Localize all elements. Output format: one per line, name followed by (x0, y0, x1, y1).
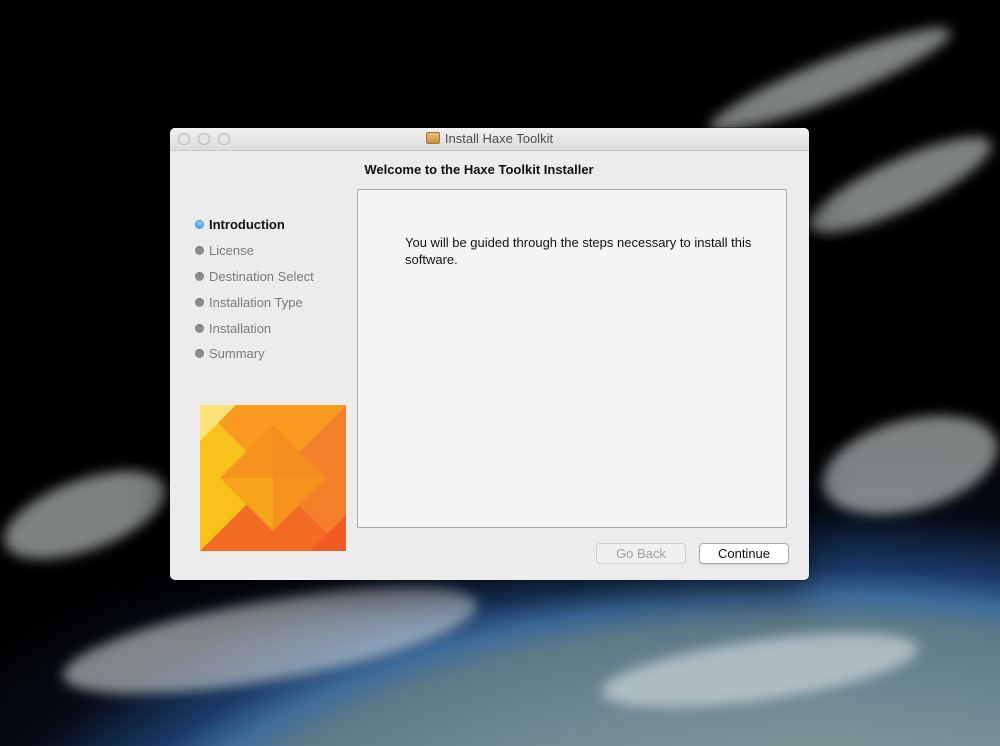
content-panel: You will be guided through the steps nec… (357, 189, 787, 528)
go-back-button[interactable]: Go Back (596, 543, 686, 564)
step-active-dot-icon (195, 220, 204, 230)
step-label: License (209, 243, 254, 259)
step-label: Destination Select (209, 268, 314, 284)
intro-text: You will be guided through the steps nec… (405, 235, 752, 267)
step-label: Introduction (209, 217, 285, 233)
step-dot-icon (195, 349, 204, 359)
step-license: License (195, 238, 314, 264)
step-label: Installation Type (209, 294, 303, 310)
continue-button[interactable]: Continue (699, 543, 789, 564)
installer-window: Install Haxe Toolkit Welcome to the Haxe… (170, 128, 809, 580)
step-summary: Summary (195, 341, 314, 367)
title-bar[interactable]: Install Haxe Toolkit (170, 128, 809, 151)
step-dot-icon (195, 297, 204, 307)
step-destination-select: Destination Select (195, 264, 314, 290)
window-title-text: Install Haxe Toolkit (444, 131, 554, 146)
haxe-logo (200, 405, 346, 551)
step-introduction: Introduction (195, 212, 314, 238)
page-heading: Welcome to the Haxe Toolkit Installer (364, 162, 594, 177)
installer-steps: Introduction License Destination Select … (195, 212, 314, 367)
step-dot-icon (195, 246, 204, 256)
step-dot-icon (195, 271, 204, 281)
step-label: Installation (209, 320, 272, 336)
window-title: Install Haxe Toolkit (170, 131, 809, 146)
package-icon (425, 132, 440, 144)
step-label: Summary (209, 346, 265, 362)
step-installation: Installation (195, 315, 314, 341)
step-installation-type: Installation Type (195, 289, 314, 315)
step-dot-icon (195, 323, 204, 333)
